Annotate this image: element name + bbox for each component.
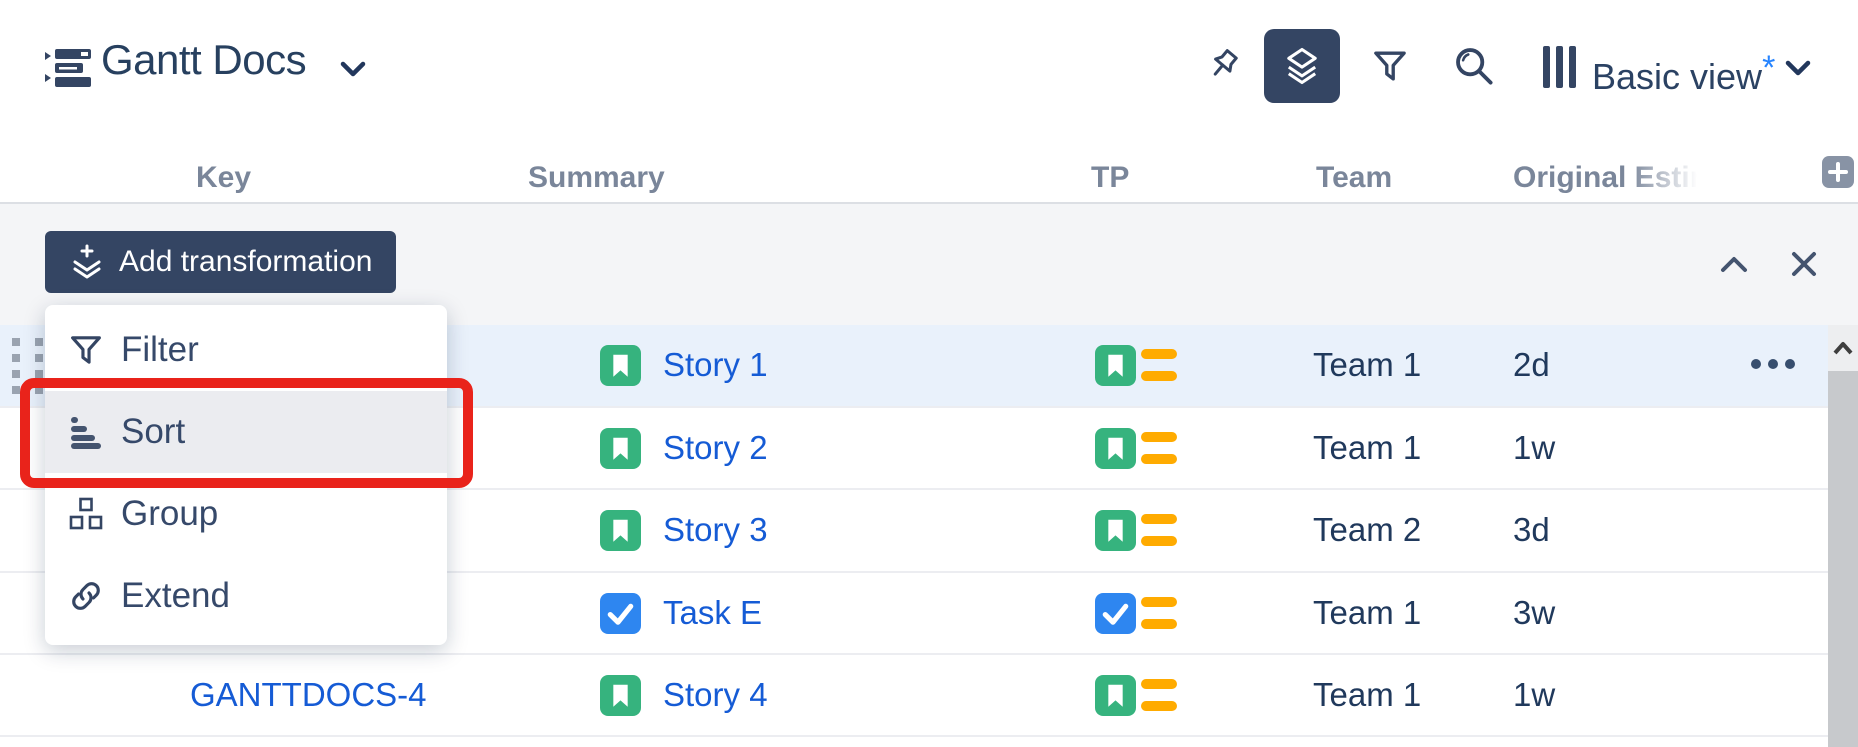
group-orgchart-icon	[67, 495, 105, 533]
view-modified-indicator: *	[1762, 49, 1775, 87]
pin-icon[interactable]	[1200, 44, 1244, 88]
story-icon	[600, 675, 641, 721]
structure-gantt-app: Gantt Docs	[0, 0, 1858, 747]
sort-bars-icon	[67, 413, 105, 451]
menu-item-label: Filter	[121, 330, 199, 370]
menu-item-label: Extend	[121, 576, 230, 616]
search-icon[interactable]	[1450, 42, 1498, 90]
column-header-key[interactable]: Key	[196, 156, 251, 200]
tp-bars-icon[interactable]	[1141, 432, 1177, 466]
title-chevron-down-icon[interactable]	[338, 56, 368, 87]
estimate-cell: 2d	[1513, 325, 1550, 405]
view-chevron-down-icon[interactable]	[1784, 56, 1812, 85]
structure-logo-icon	[45, 48, 95, 93]
transformations-layers-button[interactable]	[1264, 29, 1340, 103]
tp-task-icon[interactable]	[1095, 593, 1136, 639]
column-header-original-estimate[interactable]: Original Estim	[1513, 156, 1709, 200]
add-column-button[interactable]	[1822, 156, 1854, 188]
add-transformation-icon	[69, 244, 105, 280]
team-cell: Team 2	[1313, 490, 1421, 570]
view-selector-label: Basic view	[1592, 56, 1762, 97]
issue-summary-link[interactable]: Story 2	[663, 408, 768, 488]
add-transformation-label: Add transformation	[119, 245, 372, 279]
column-header-team[interactable]: Team	[1316, 156, 1392, 200]
story-icon	[600, 345, 641, 391]
menu-item-label: Sort	[121, 412, 185, 452]
menu-item-filter[interactable]: Filter	[45, 309, 447, 391]
tp-bars-icon[interactable]	[1141, 597, 1177, 631]
filter-funnel-icon	[67, 331, 105, 369]
issue-summary-link[interactable]: Story 1	[663, 325, 768, 405]
team-cell: Team 1	[1313, 573, 1421, 653]
column-header-summary[interactable]: Summary	[528, 156, 665, 200]
vertical-scrollbar[interactable]	[1828, 325, 1858, 747]
column-header-tp[interactable]: TP	[1091, 156, 1129, 200]
tp-story-icon[interactable]	[1095, 428, 1136, 474]
menu-item-sort[interactable]: Sort	[45, 391, 447, 473]
add-transformation-button[interactable]: Add transformation	[45, 231, 396, 293]
tp-story-icon[interactable]	[1095, 345, 1136, 391]
add-transformation-menu: Filter Sort	[45, 305, 447, 645]
issue-key-link[interactable]: GANTTDOCS-4	[190, 655, 427, 735]
page-title[interactable]: Gantt Docs	[101, 36, 306, 84]
issue-summary-link[interactable]: Story 4	[663, 655, 768, 735]
tp-story-icon[interactable]	[1095, 675, 1136, 721]
scrollbar-thumb[interactable]	[1828, 371, 1858, 747]
row-menu-ellipsis-icon[interactable]	[1751, 359, 1795, 369]
menu-item-label: Group	[121, 494, 218, 534]
columns-icon[interactable]	[1543, 46, 1579, 93]
tp-bars-icon[interactable]	[1141, 349, 1177, 383]
story-icon	[600, 428, 641, 474]
task-icon	[600, 593, 641, 639]
filter-icon[interactable]	[1370, 46, 1410, 86]
issue-summary-link[interactable]: Story 3	[663, 490, 768, 570]
estimate-cell: 3d	[1513, 490, 1550, 570]
drag-handle-icon[interactable]	[12, 338, 43, 394]
menu-item-extend[interactable]: Extend	[45, 555, 447, 637]
close-toolbar-x-icon[interactable]	[1784, 244, 1824, 284]
tp-story-icon[interactable]	[1095, 510, 1136, 556]
view-selector[interactable]: Basic view*	[1592, 46, 1775, 90]
estimate-cell: 3w	[1513, 573, 1555, 653]
issue-summary-link[interactable]: Task E	[663, 573, 762, 653]
table-row-story-4[interactable]: GANTTDOCS-4 Story 4 Team 1 1w	[0, 655, 1828, 737]
estimate-cell: 1w	[1513, 655, 1555, 735]
story-icon	[600, 510, 641, 556]
extend-link-icon	[67, 577, 105, 615]
team-cell: Team 1	[1313, 325, 1421, 405]
tp-bars-icon[interactable]	[1141, 679, 1177, 713]
collapse-toolbar-chevron-up-icon[interactable]	[1714, 244, 1754, 284]
tp-bars-icon[interactable]	[1141, 514, 1177, 548]
team-cell: Team 1	[1313, 408, 1421, 488]
scroll-up-button[interactable]	[1828, 325, 1858, 371]
estimate-cell: 1w	[1513, 408, 1555, 488]
menu-item-group[interactable]: Group	[45, 473, 447, 555]
team-cell: Team 1	[1313, 655, 1421, 735]
